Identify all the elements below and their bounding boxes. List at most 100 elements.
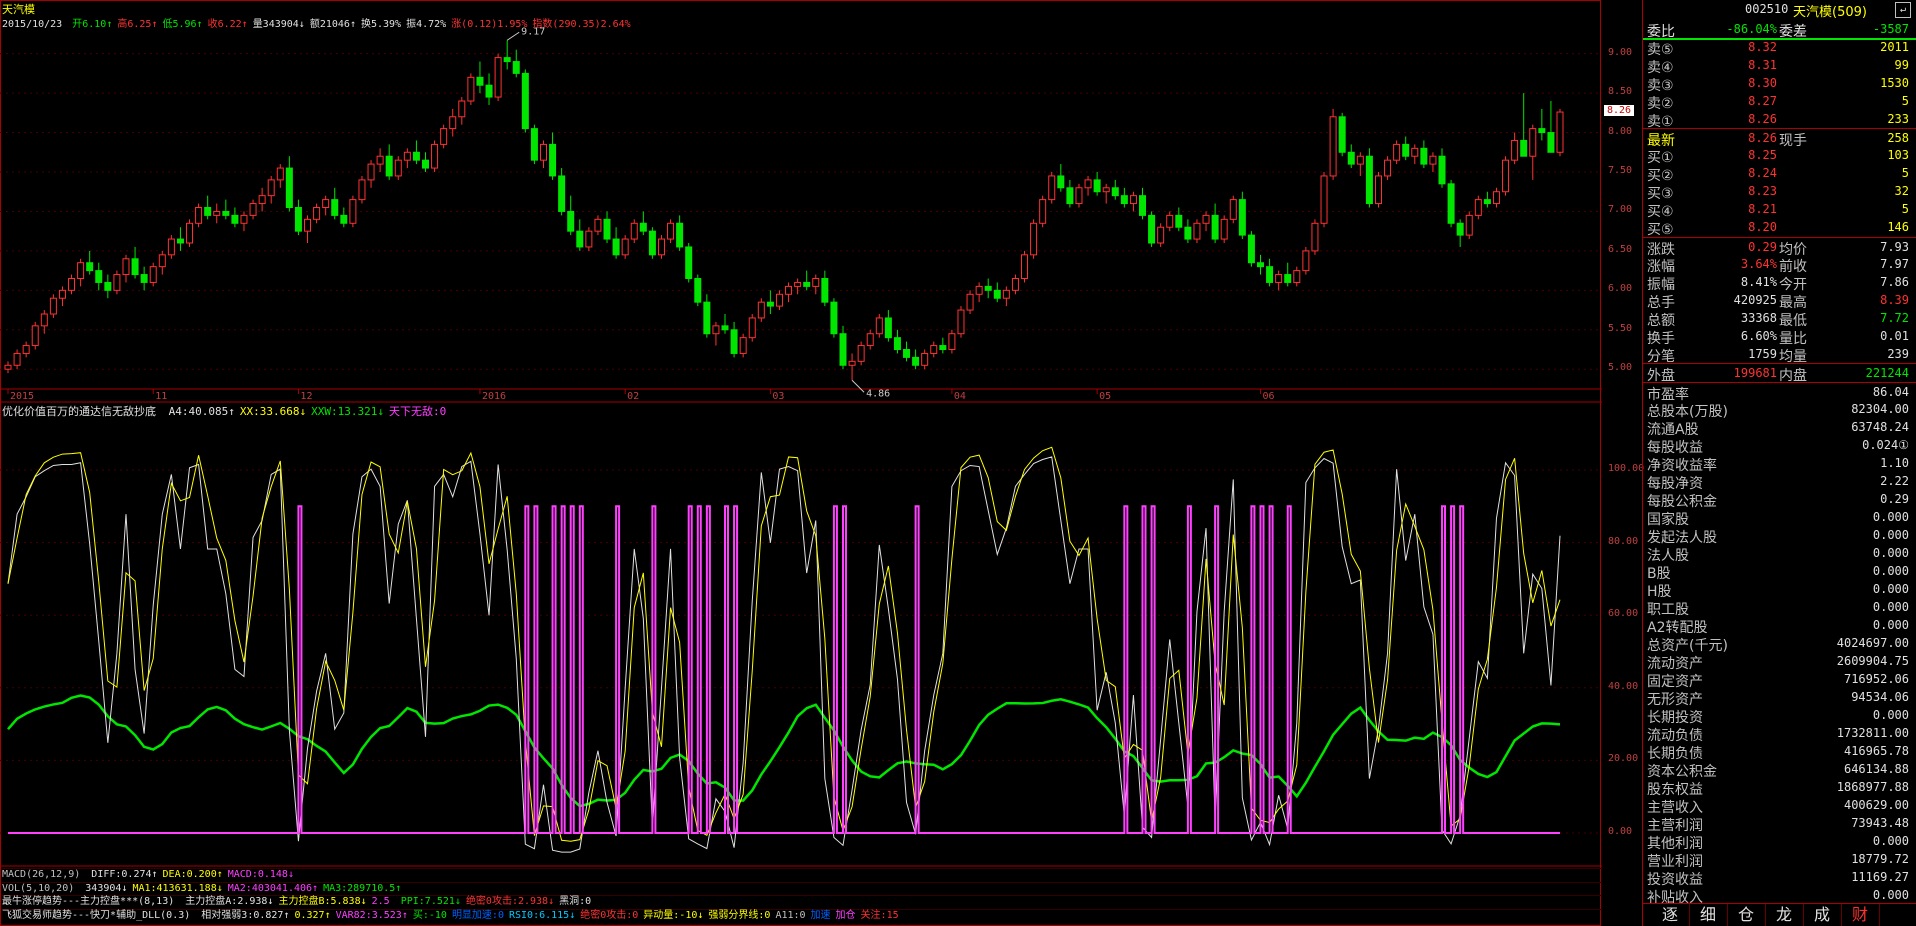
candle-body <box>912 356 920 366</box>
footer-item: 主力控盘A:2.938↓ <box>185 896 274 907</box>
candle-body <box>1220 218 1228 240</box>
candle-body <box>431 143 439 169</box>
candle-body <box>1302 250 1310 272</box>
buy-price: 8.21 <box>1748 202 1777 216</box>
candle-body <box>376 155 384 165</box>
latest-row: 最新 8.26 现手 258 <box>1643 128 1916 149</box>
footer-item: 异动量:-10↓ <box>643 909 704 921</box>
price-tick-label: 6.50 <box>1608 243 1633 255</box>
finance-row: 国家股 0.000 <box>1643 508 1916 528</box>
candle-body <box>149 266 157 283</box>
candle-body <box>993 289 1001 299</box>
candle-body <box>58 289 66 299</box>
candle-body <box>621 238 629 256</box>
footer-item: A11:0 <box>775 909 806 921</box>
footer-item: MA1:413631.188↓ <box>132 882 223 894</box>
sell-level-row: 卖④ 8.31 99 <box>1643 56 1916 76</box>
finance-value: 1.10 <box>1880 456 1909 470</box>
candle-body <box>1538 128 1546 134</box>
finance-value: 2.22 <box>1880 474 1909 488</box>
candle-body <box>785 285 793 295</box>
candle-body <box>113 274 121 291</box>
stat-value: 8.41% <box>1740 275 1777 289</box>
candle-body <box>603 218 611 240</box>
candle-body <box>367 163 375 181</box>
candle-body <box>458 100 466 118</box>
finance-value: 63748.24 <box>1851 420 1909 434</box>
finance-row: 流动负债 1732811.00 <box>1643 724 1916 744</box>
main-chart-svg[interactable]: 9.174.862015111220160203040506日线 <box>0 0 1602 926</box>
candle-body <box>13 352 21 366</box>
candle-body <box>467 76 475 102</box>
footer-item: RSI0:6.115↓ <box>508 909 576 921</box>
candle-body <box>276 167 284 181</box>
finance-value: 0.024① <box>1862 438 1909 452</box>
candle-body <box>903 349 911 358</box>
finance-row: 投资收益 11169.27 <box>1643 868 1916 888</box>
buy-volume: 103 <box>1887 148 1909 162</box>
candle-body <box>294 207 302 232</box>
sell-price: 8.27 <box>1748 94 1777 108</box>
sell-price: 8.26 <box>1748 112 1777 126</box>
candle-body <box>812 278 820 287</box>
finance-value: 0.000 <box>1872 888 1909 902</box>
finance-value: 82304.00 <box>1851 402 1909 416</box>
panel-tab-1[interactable]: 细 <box>1689 904 1728 926</box>
candle-body <box>104 281 112 291</box>
candle-body <box>1374 175 1382 205</box>
buy-price: 8.23 <box>1748 184 1777 198</box>
stat-value: 6.60% <box>1740 329 1777 343</box>
finance-value: 0.29 <box>1880 492 1909 506</box>
candle-body <box>1511 139 1519 161</box>
candle-body <box>403 151 411 161</box>
candle-body <box>1365 155 1373 205</box>
candle-body <box>1293 270 1301 283</box>
finance-row: 职工股 0.000 <box>1643 598 1916 618</box>
candle-body <box>1447 183 1455 224</box>
candle-body <box>1229 199 1237 220</box>
finance-value: 73943.48 <box>1851 816 1909 830</box>
candle-body <box>766 301 774 307</box>
panel-tab-2[interactable]: 仓 <box>1727 904 1766 926</box>
finance-row: 主营收入 400629.00 <box>1643 796 1916 816</box>
stat-value: 7.93 <box>1880 240 1909 254</box>
stats-row: 涨幅 3.64% 前收 7.97 <box>1643 255 1916 275</box>
candle-body <box>1238 199 1246 236</box>
finance-row: 资本公积金 646134.88 <box>1643 760 1916 780</box>
date-tick-label: 04 <box>954 391 966 402</box>
candle-body <box>612 238 620 256</box>
buy-volume: 5 <box>1901 166 1909 180</box>
a4-line <box>7 456 1561 853</box>
xx-line <box>7 446 1561 842</box>
candle-body <box>775 293 783 307</box>
candle-body <box>657 238 665 256</box>
candle-body <box>1048 175 1056 201</box>
candle-body <box>1411 147 1419 157</box>
sell-volume: 99 <box>1894 58 1909 72</box>
finance-value: 94534.06 <box>1851 690 1909 704</box>
finance-row: 长期投资 0.000 <box>1643 706 1916 726</box>
price-tick-label: 5.50 <box>1608 322 1633 334</box>
stat-value: 7.97 <box>1880 257 1909 271</box>
panel-tab-3[interactable]: 龙 <box>1765 904 1804 926</box>
sell-level-row: 卖⑤ 8.32 2011 <box>1643 38 1916 58</box>
panel-tab-5[interactable]: 财 <box>1841 904 1880 926</box>
footer-item: MACD(26,12,9) <box>2 869 87 880</box>
footer-item: MACD:0.148↓ <box>227 869 294 880</box>
stats-row: 换手 6.60% 量比 0.01 <box>1643 327 1916 347</box>
finance-row: 固定资产 716952.06 <box>1643 670 1916 690</box>
candle-body <box>1311 222 1319 252</box>
sell-price: 8.32 <box>1748 40 1777 54</box>
indicator-tick-label: 60.00 <box>1608 608 1639 620</box>
finance-value: 4024697.00 <box>1836 636 1909 650</box>
footer-item: 0.327↑ <box>294 909 331 921</box>
current-volume: 258 <box>1887 131 1909 145</box>
panel-toggle-icon[interactable]: ↵ <box>1895 2 1911 18</box>
panel-tab-0[interactable]: 逐 <box>1651 904 1690 926</box>
candle-body <box>1175 214 1183 228</box>
stat-value: 0.01 <box>1880 329 1909 343</box>
panel-tab-4[interactable]: 成 <box>1803 904 1842 926</box>
chart-area[interactable]: 天汽模 2015/10/23 开6.10↑ 高6.25↑ 低5.96↑ 收6.22↑ 量… <box>0 0 1602 926</box>
candle-body <box>1139 195 1147 216</box>
candle-body <box>748 317 756 339</box>
